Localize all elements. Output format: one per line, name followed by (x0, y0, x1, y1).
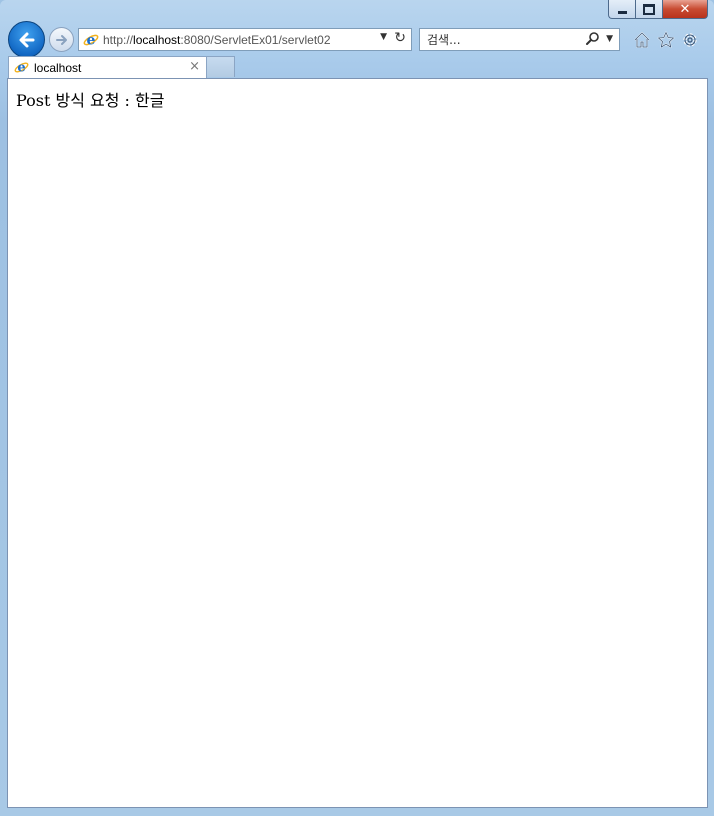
svg-text:e: e (17, 61, 25, 75)
home-button[interactable] (632, 30, 652, 50)
home-icon (634, 32, 650, 48)
arrow-left-icon (19, 32, 34, 47)
forward-button[interactable] (49, 27, 74, 52)
address-bar[interactable]: e http://localhost:8080/ServletEx01/serv… (78, 28, 412, 51)
back-button[interactable] (8, 21, 45, 58)
close-button[interactable]: ✕ (662, 0, 708, 19)
arrow-right-icon (55, 34, 67, 45)
tab-label: localhost (34, 60, 82, 75)
svg-text:e: e (87, 32, 96, 48)
star-icon (657, 31, 675, 48)
response-message: Post 방식 요청 : 한글 (16, 91, 165, 110)
tab-localhost[interactable]: e localhost × (8, 56, 207, 78)
maximize-button[interactable] (635, 0, 662, 19)
maximize-icon (643, 3, 655, 15)
minimize-icon (617, 10, 627, 14)
minimize-button[interactable] (608, 0, 635, 19)
page-content: Post 방식 요청 : 한글 (7, 78, 708, 808)
browser-window: ✕ e http://localhost:8080/ServletEx01/se… (0, 0, 714, 816)
new-tab-button[interactable] (207, 56, 235, 77)
window-controls: ✕ (608, 0, 708, 20)
tools-button[interactable] (680, 30, 700, 50)
gear-icon (683, 33, 697, 47)
magnifier-icon[interactable] (585, 31, 601, 47)
ie-logo-icon: e (14, 61, 29, 75)
close-icon: ✕ (679, 1, 691, 17)
tab-close-icon[interactable]: × (189, 59, 200, 74)
ie-logo-icon: e (83, 32, 99, 48)
search-dropdown-icon[interactable]: ▼ (606, 34, 613, 44)
search-placeholder: 검색... (427, 33, 461, 47)
address-url: http://localhost:8080/ServletEx01/servle… (103, 32, 331, 47)
refresh-icon[interactable]: ↻ (394, 30, 406, 46)
search-box[interactable]: 검색... ▼ (419, 28, 620, 51)
address-dropdown-icon[interactable]: ▼ (380, 32, 387, 42)
favorites-button[interactable] (656, 30, 676, 50)
